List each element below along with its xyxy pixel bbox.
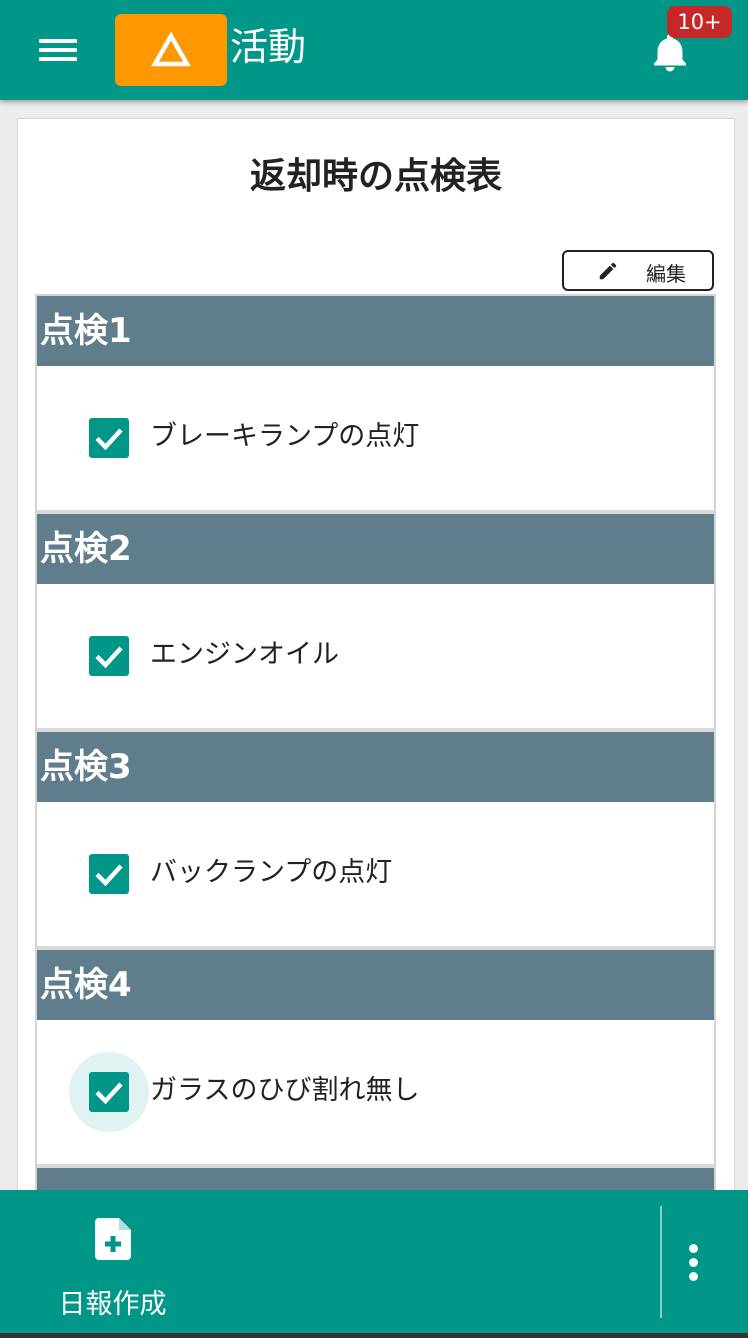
bottom-bar: 日報作成	[0, 1190, 748, 1338]
checklist: 点検1 ブレーキランプの点灯 点検2 エンジンオイル 点検3 バックランプの点灯…	[35, 294, 716, 1219]
divider	[660, 1206, 662, 1318]
checkmark-icon	[95, 1082, 123, 1105]
notification-badge: 10+	[667, 6, 732, 38]
edit-button[interactable]: 編集	[562, 250, 714, 291]
add-document-icon	[95, 1218, 131, 1260]
inspection-card: 返却時の点検表 編集 点検1 ブレーキランプの点灯 点検2 エンジンオイル 点検…	[17, 118, 735, 1220]
checklist-item-label: バックランプの点灯	[150, 857, 393, 888]
pencil-icon	[599, 262, 617, 280]
checklist-section: 点検2 エンジンオイル	[37, 514, 714, 728]
menu-icon[interactable]	[32, 30, 84, 70]
bottom-edge	[0, 1333, 748, 1338]
checkbox[interactable]	[69, 616, 149, 696]
checkmark-icon	[95, 864, 123, 887]
checklist-section: 点検3 バックランプの点灯	[37, 732, 714, 946]
app-logo[interactable]	[115, 14, 227, 86]
create-daily-report-button[interactable]: 日報作成	[40, 1208, 190, 1320]
section-header: 点検2	[37, 514, 714, 584]
checklist-item: ガラスのひび割れ無し	[37, 1020, 714, 1164]
checkbox[interactable]	[69, 398, 149, 478]
checklist-item: ブレーキランプの点灯	[37, 366, 714, 510]
section-header: 点検1	[37, 296, 714, 366]
checklist-item: バックランプの点灯	[37, 802, 714, 946]
page-title: 活動	[230, 25, 307, 69]
more-vertical-icon[interactable]	[680, 1240, 708, 1284]
checkbox[interactable]	[69, 1052, 149, 1132]
warning-triangle-icon	[151, 32, 191, 67]
checklist-section: 点検4 ガラスのひび割れ無し	[37, 950, 714, 1164]
section-header: 点検3	[37, 732, 714, 802]
checklist-section: 点検1 ブレーキランプの点灯	[37, 296, 714, 510]
checkmark-icon	[95, 428, 123, 451]
checklist-item: エンジンオイル	[37, 584, 714, 728]
checklist-item-label: ブレーキランプの点灯	[150, 421, 420, 452]
checkmark-icon	[95, 646, 123, 669]
app-bar: 活動 10+	[0, 0, 748, 100]
edit-button-label: 編集	[646, 262, 686, 286]
create-daily-report-label: 日報作成	[58, 1289, 167, 1320]
card-title: 返却時の点検表	[249, 156, 502, 197]
checkbox[interactable]	[69, 834, 149, 914]
checklist-item-label: エンジンオイル	[150, 639, 339, 670]
section-header: 点検4	[37, 950, 714, 1020]
checklist-item-label: ガラスのひび割れ無し	[150, 1075, 420, 1106]
